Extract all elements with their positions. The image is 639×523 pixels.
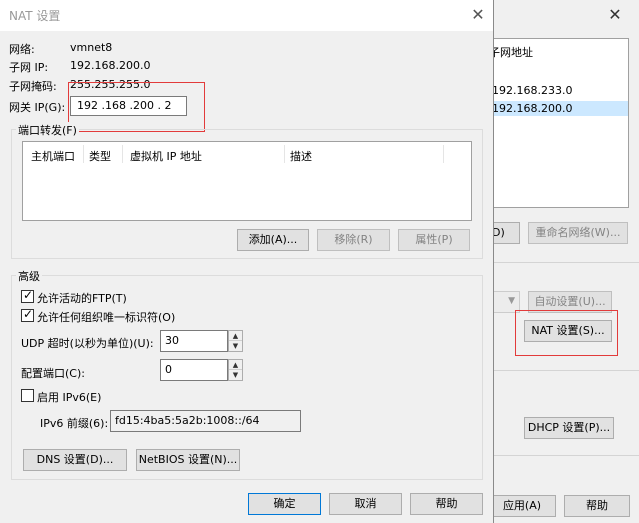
add-button[interactable]: 添加(A)... [237, 229, 309, 251]
spin-down-icon[interactable]: ▼ [229, 341, 242, 351]
list-header-subnet[interactable]: 子网地址 [489, 45, 533, 61]
config-port-input[interactable]: 0 [160, 359, 228, 381]
ok-button[interactable]: 确定 [248, 493, 321, 515]
dialog-title: NAT 设置 [9, 9, 61, 23]
spin-down-icon[interactable]: ▼ [229, 370, 242, 380]
port-forward-title: 端口转发(F) [16, 122, 79, 138]
column-header-vm-ip[interactable]: 虚拟机 IP 地址 [130, 148, 202, 164]
check-icon: ✓ [23, 307, 34, 321]
ipv6-prefix-label: IPv6 前缀(6): [40, 417, 109, 430]
divider [488, 455, 639, 456]
dhcp-settings-button[interactable]: DHCP 设置(P)... [524, 417, 614, 439]
config-port-stepper[interactable]: ▲ ▼ [228, 359, 243, 381]
column-divider [284, 145, 285, 163]
udp-timeout-stepper[interactable]: ▲ ▼ [228, 330, 243, 352]
subnet-ip-value: 192.168.200.0 [70, 59, 151, 72]
enable-ipv6-checkbox[interactable] [21, 389, 34, 402]
spin-up-icon[interactable]: ▲ [229, 360, 242, 370]
enable-ipv6-label[interactable]: 启用 IPv6(E) [37, 389, 101, 405]
udp-timeout-label: UDP 超时(以秒为单位)(U): [21, 337, 154, 350]
subnet-ip-label: 子网 IP: [9, 61, 49, 74]
allow-ftp-checkbox[interactable]: ✓ [21, 288, 34, 303]
allow-oui-checkbox[interactable]: ✓ [21, 307, 34, 322]
list-row[interactable]: 192.168.233.0 [492, 83, 572, 98]
remove-button[interactable]: 移除(R) [317, 229, 390, 251]
list-row-selected[interactable]: 192.168.200.0 [492, 101, 628, 116]
divider [488, 262, 639, 263]
network-label: 网络: [9, 43, 35, 56]
close-icon[interactable]: ✕ [466, 4, 490, 26]
column-divider [443, 145, 444, 163]
column-divider [122, 145, 123, 163]
port-forward-table[interactable]: 主机端口 类型 虚拟机 IP 地址 描述 [22, 141, 472, 221]
apply-button[interactable]: 应用(A) [488, 495, 556, 517]
close-icon[interactable]: ✕ [604, 4, 626, 26]
properties-button[interactable]: 属性(P) [398, 229, 470, 251]
dns-settings-button[interactable]: DNS 设置(D)... [23, 449, 127, 471]
spin-up-icon[interactable]: ▲ [229, 331, 242, 341]
gateway-ip-label: 网关 IP(G): [9, 101, 66, 114]
divider [488, 370, 639, 371]
advanced-title: 高级 [16, 268, 42, 284]
chevron-down-icon: ▼ [508, 296, 515, 306]
udp-timeout-input[interactable]: 30 [160, 330, 228, 352]
column-header-host-port[interactable]: 主机端口 [31, 148, 75, 164]
allow-ftp-label[interactable]: 允许活动的FTP(T) [37, 290, 127, 306]
help-button[interactable]: 帮助 [410, 493, 483, 515]
title-bar[interactable]: NAT 设置 ✕ [0, 0, 493, 31]
network-list[interactable]: 子网地址 192.168.233.0 192.168.200.0 [488, 38, 629, 208]
config-port-label: 配置端口(C): [21, 367, 85, 380]
column-header-description[interactable]: 描述 [290, 148, 312, 164]
allow-oui-label[interactable]: 允许任何组织唯一标识符(O) [37, 309, 175, 325]
highlight-box [515, 310, 618, 356]
column-divider [83, 145, 84, 163]
subnet-mask-label: 子网掩码: [9, 80, 57, 93]
cancel-button[interactable]: 取消 [329, 493, 402, 515]
check-icon: ✓ [23, 288, 34, 302]
column-header-type[interactable]: 类型 [89, 148, 111, 164]
highlight-box [68, 82, 205, 132]
nat-settings-dialog: NAT 设置 ✕ 网络: vmnet8 子网 IP: 192.168.200.0… [0, 0, 494, 523]
network-value: vmnet8 [70, 41, 113, 54]
help-button[interactable]: 帮助 [564, 495, 630, 517]
ipv6-prefix-field[interactable]: fd15:4ba5:5a2b:1008::/64 [110, 410, 301, 432]
netbios-settings-button[interactable]: NetBIOS 设置(N)... [136, 449, 240, 471]
rename-network-button[interactable]: 重命名网络(W)... [528, 222, 628, 244]
